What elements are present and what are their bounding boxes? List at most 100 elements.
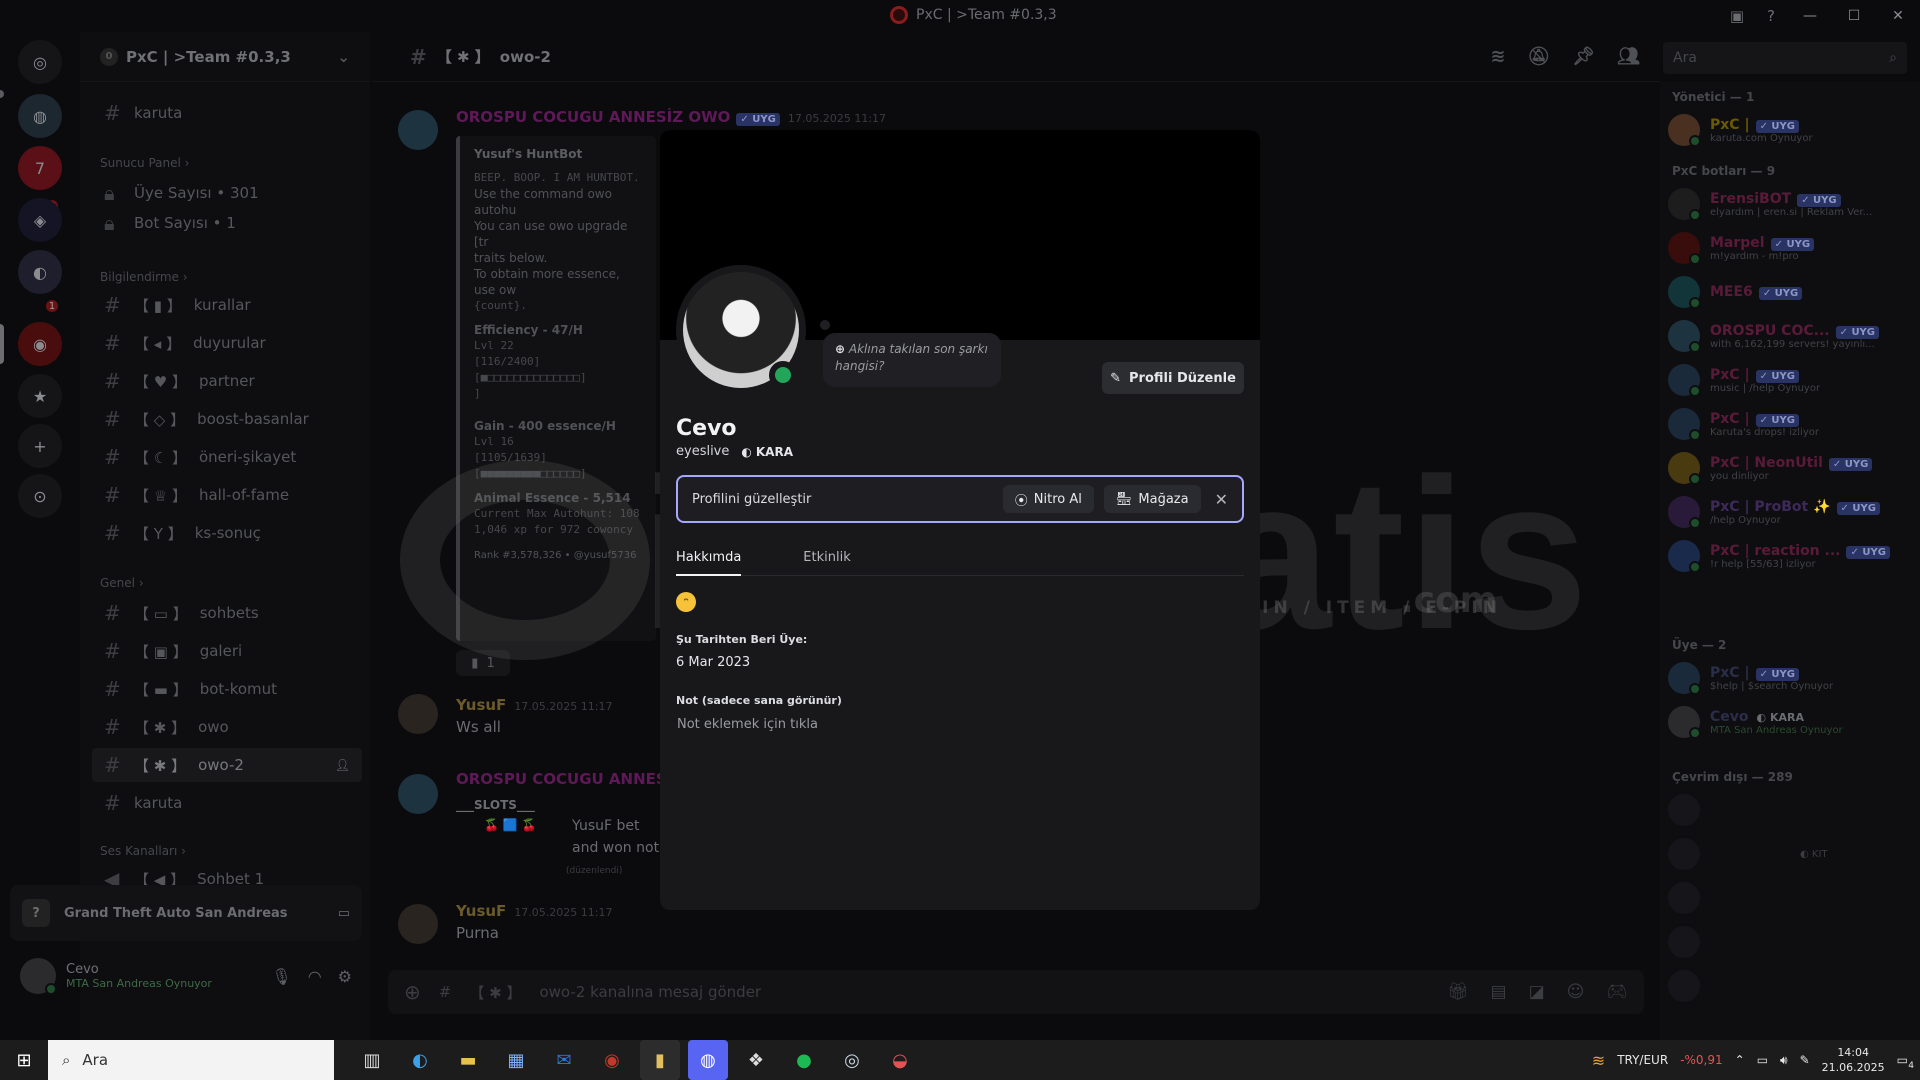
avatar[interactable] xyxy=(398,904,438,944)
activity-icon[interactable]: 🎮︎ xyxy=(1606,982,1628,1002)
channel-karuta-2[interactable]: # karuta xyxy=(92,786,362,820)
clock[interactable]: 14:04 21.06.2025 xyxy=(1822,1045,1885,1075)
kodi-icon[interactable]: ❖ xyxy=(736,1040,776,1080)
channel-ks[interactable]: # 【 Y 】 ks-sonuç xyxy=(92,516,362,550)
channel-kurallar[interactable]: # 【 ▮ 】 kurallar xyxy=(92,288,362,322)
avatar[interactable] xyxy=(398,694,438,734)
edit-profile-button[interactable]: ✎ Profili Düzenle xyxy=(1102,362,1244,394)
member-item[interactable]: PxC | ProBot ✨ ✓ UYG/help Oynuyor xyxy=(1668,492,1908,532)
gift-icon[interactable]: 🎁︎ xyxy=(1447,982,1469,1002)
message-input[interactable]: ⊕ # 【 ✱ 】 owo-2 kanalına mesaj gönder 🎁︎… xyxy=(388,970,1644,1014)
activity-panel[interactable]: ? Grand Theft Auto San Andreas ▭ xyxy=(10,885,362,941)
member-item[interactable] xyxy=(1668,966,1908,1006)
add-server-icon[interactable]: + xyxy=(18,424,62,468)
add-attachment-icon[interactable]: ⊕ xyxy=(404,980,421,1004)
member-item[interactable]: PxC | reaction ... ✓ UYG !r help [55/63] i… xyxy=(1668,536,1908,576)
note-input[interactable]: Not eklemek için tıkla xyxy=(677,717,818,732)
channel-partner[interactable]: # 【 ♥ 】 partner xyxy=(92,364,362,398)
gear-icon[interactable]: ⚙︎ xyxy=(338,967,352,986)
members-icon[interactable]: 👥︎ xyxy=(1617,46,1640,67)
member-item[interactable]: ◐ KIT xyxy=(1668,834,1908,874)
outlook-icon[interactable]: ✉ xyxy=(544,1040,584,1080)
minimize-button[interactable]: — xyxy=(1788,0,1832,32)
member-item[interactable]: OROSPU COC... ✓ UYG with 6,162,199 servers… xyxy=(1668,316,1908,356)
close-icon[interactable]: ✕ xyxy=(1215,490,1228,509)
server-header[interactable]: 0 PxC | >Team #0.3,3 ⌄ xyxy=(80,32,370,82)
task-view-icon[interactable]: ▥ xyxy=(352,1040,392,1080)
message-author[interactable]: OROSPU COCUGU ANNESİZ xyxy=(456,770,683,788)
message-author[interactable]: YusuF 17.05.2025 11:17 xyxy=(456,902,613,920)
tab-about[interactable]: Hakkımda xyxy=(676,550,742,576)
member-item[interactable] xyxy=(1668,790,1908,830)
member-item[interactable]: PxC | NeonUtil ✓ UYG you dinliyor xyxy=(1668,448,1908,488)
mic-icon[interactable]: 🎙︎ xyxy=(271,967,291,986)
channel-bot-sayisi[interactable]: 🔒︎ Bot Sayısı • 1 xyxy=(92,206,362,240)
edge-icon[interactable]: ◐ xyxy=(400,1040,440,1080)
channel-duyurular[interactable]: # 【 ◂ 】 duyurular xyxy=(92,326,362,360)
channel-owo-2[interactable]: # 【 ✱ 】 owo-2 👤︎ xyxy=(92,748,362,782)
mta-icon[interactable]: ◒ xyxy=(880,1040,920,1080)
member-item[interactable]: ErensiBOT ✓ UYG elyardım | eren.si | Rekla… xyxy=(1668,184,1908,224)
chat-bubble-icon[interactable]: ▭ xyxy=(338,906,350,921)
network-icon[interactable]: ▭ xyxy=(1757,1053,1768,1067)
pin-icon[interactable]: 📌︎ xyxy=(1572,46,1595,67)
channel-karuta[interactable]: # karuta xyxy=(92,96,362,130)
server-icon-active[interactable]: ◉ xyxy=(18,322,62,366)
pen-icon[interactable]: ✎ xyxy=(1800,1053,1810,1067)
member-item[interactable]: PxC | ✓ UYG Karuta's drops! izliyor xyxy=(1668,404,1908,444)
emoji-icon[interactable]: ☺ xyxy=(1567,982,1585,1002)
category-bilgilendirme[interactable]: Bilgilendirme › xyxy=(100,270,188,284)
channel-owo[interactable]: # 【 ✱ 】 owo xyxy=(92,710,362,744)
channel-boost[interactable]: # 【 ◇ 】 boost-basanlar xyxy=(92,402,362,436)
member-item[interactable] xyxy=(1668,922,1908,962)
avatar[interactable] xyxy=(398,110,438,150)
nitro-button[interactable]: ⦿ Nitro Al xyxy=(1002,485,1094,513)
category-sunucu-panel[interactable]: Sunucu Panel › xyxy=(100,156,189,170)
inbox-icon[interactable]: ▣ xyxy=(1720,0,1754,32)
tab-activity[interactable]: Etkinlik xyxy=(803,550,850,576)
message-author[interactable]: OROSPU COCUGU ANNESİZ OWO ✓ UYG 17.05.2025… xyxy=(456,108,886,126)
taskbar-search[interactable]: ⌕ Ara xyxy=(48,1040,334,1080)
server-icon-star[interactable]: ★ xyxy=(18,374,62,418)
steam-icon[interactable]: ◎ xyxy=(832,1040,872,1080)
discord-taskbar-icon[interactable]: ◍ xyxy=(688,1040,728,1080)
spotify-icon[interactable]: ● xyxy=(784,1040,824,1080)
member-item[interactable]: Marpel ✓ UYG m!yardım - m!pro xyxy=(1668,228,1908,268)
avatar[interactable] xyxy=(20,958,57,995)
channel-sohbets[interactable]: # 【 ▭ 】 sohbets xyxy=(92,596,362,630)
server-icon-3[interactable]: ◈ xyxy=(18,198,62,242)
member-item[interactable] xyxy=(1668,878,1908,918)
clan-badge[interactable]: ◐ KARA xyxy=(741,445,793,459)
mute-bell-icon[interactable]: 🔕︎ xyxy=(1527,46,1550,67)
headphones-icon[interactable]: ◠ xyxy=(308,967,322,986)
member-item[interactable]: PxC | ✓ UYG karuta.com Oynuyor xyxy=(1668,110,1908,150)
server-icon-2[interactable]: 7 xyxy=(18,146,62,190)
reaction-button[interactable]: ▮ 1 xyxy=(456,650,510,676)
file-explorer-icon[interactable]: ▬ xyxy=(448,1040,488,1080)
volume-icon[interactable]: 🔊︎ xyxy=(1780,1053,1788,1068)
store-icon[interactable]: ▦ xyxy=(496,1040,536,1080)
help-icon[interactable]: ? xyxy=(1754,0,1788,32)
discord-home-icon[interactable]: ◎ xyxy=(18,40,62,84)
member-item[interactable]: PxC | ✓ UYG music | /help Oynuyor xyxy=(1668,360,1908,400)
channel-uye-sayisi[interactable]: 🔒︎ Üye Sayısı • 301 xyxy=(92,176,362,210)
chevron-up-icon[interactable]: ⌃ xyxy=(1735,1053,1745,1067)
add-member-icon[interactable]: 👤︎ xyxy=(335,758,350,772)
channel-bot-komut[interactable]: # 【 ▬ 】 bot-komut xyxy=(92,672,362,706)
shop-button[interactable]: 🏪︎ Mağaza xyxy=(1103,485,1201,513)
member-item[interactable]: Cevo ◐ KARA MTA San Andreas Oynuyor xyxy=(1668,702,1908,742)
category-genel[interactable]: Genel › xyxy=(100,576,144,590)
server-icon-1[interactable]: ◍ xyxy=(18,94,62,138)
member-item[interactable]: MEE6 ✓ UYG xyxy=(1668,272,1908,312)
member-item[interactable]: PxC | ✓ UYG $help | $search Oynuyor xyxy=(1668,658,1908,698)
server-icon-4[interactable]: ◐ xyxy=(18,250,62,294)
threads-icon[interactable]: ≋ xyxy=(1490,46,1505,67)
windows-start-icon[interactable]: ⊞ xyxy=(0,1040,48,1080)
avatar[interactable] xyxy=(398,774,438,814)
sticker-icon[interactable]: ◪ xyxy=(1529,982,1545,1002)
channel-oneri[interactable]: # 【 ☾ 】 öneri-şikayet xyxy=(92,440,362,474)
category-ses[interactable]: Ses Kanalları › xyxy=(100,844,186,858)
message-author[interactable]: YusuF 17.05.2025 11:17 xyxy=(456,696,613,714)
search-input[interactable]: Ara ⌕ xyxy=(1663,42,1907,74)
gif-icon[interactable]: ▤ xyxy=(1491,982,1507,1002)
